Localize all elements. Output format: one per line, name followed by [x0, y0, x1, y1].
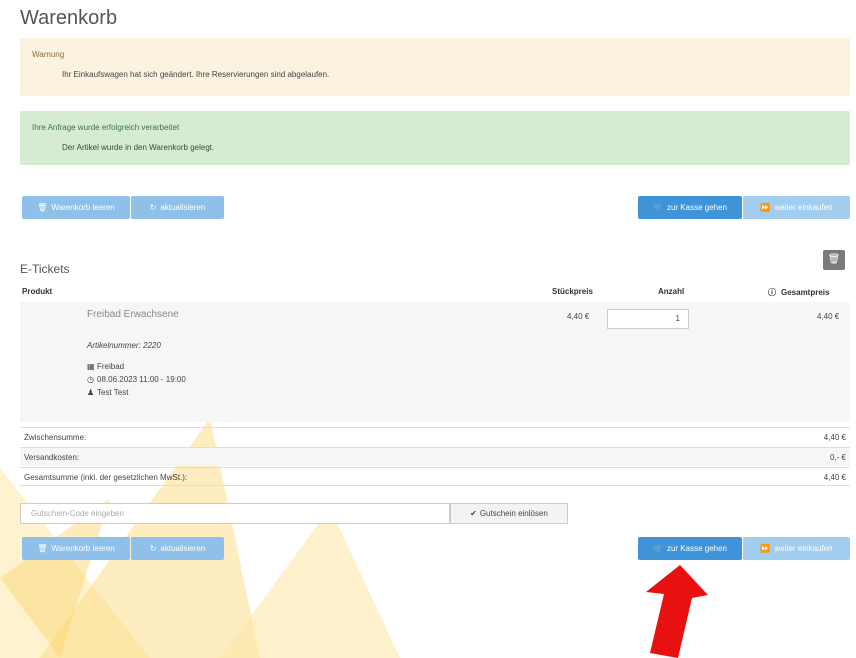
section-title: E-Tickets — [20, 262, 70, 276]
product-datetime: ◷ 08.06.2023 11:00 - 19:00 — [87, 375, 186, 384]
refresh-icon: ↻ — [149, 544, 157, 553]
clear-cart-button-top[interactable]: 🗑 Warenkorb leeren — [22, 196, 130, 219]
quantity-input[interactable]: 1 — [607, 309, 689, 329]
clear-cart-button-bottom[interactable]: 🗑 Warenkorb leeren — [22, 537, 130, 560]
trash-icon: 🗑 — [37, 544, 48, 553]
product-name: Freibad Erwachsene — [87, 309, 179, 320]
cart-icon: 🛒 — [652, 203, 663, 212]
header-unit-price: Stückpreis — [552, 287, 593, 296]
update-label: aktualisieren — [160, 544, 206, 553]
clock-icon: ◷ — [87, 375, 94, 384]
redeem-voucher-button[interactable]: ✔ Gutschein einlösen — [450, 503, 568, 524]
shipping-row: Versandkosten: 0,- € — [20, 447, 850, 466]
continue-shopping-button-bottom[interactable]: ⏩ weiter einkaufen — [743, 537, 850, 560]
continue-shopping-label: weiter einkaufen — [774, 203, 833, 212]
page-title: Warenkorb — [20, 7, 118, 29]
checkout-button-top[interactable]: 🛒 zur Kasse gehen — [638, 196, 742, 219]
product-person: ♟ Test Test — [87, 388, 128, 397]
checkout-button-bottom[interactable]: 🛒 zur Kasse gehen — [638, 537, 742, 560]
shipping-value: 0,- € — [829, 453, 846, 462]
warning-alert-title: Warnung — [32, 50, 65, 59]
checkout-label: zur Kasse gehen — [666, 544, 727, 553]
subtotal-label: Zwischensumme: — [24, 433, 87, 442]
forward-icon: ⏩ — [760, 203, 771, 212]
grand-total-row: Gesamtsumme (inkl. der gesetzlichen MwSt… — [20, 467, 850, 486]
article-number: Artikelnummer: 2220 — [87, 341, 161, 350]
header-total: ⓘ Gesamtpreis — [768, 287, 829, 298]
refresh-icon: ↻ — [149, 203, 157, 212]
success-alert-message: Der Artikel wurde in den Warenkorb geleg… — [62, 143, 215, 152]
clear-cart-label: Warenkorb leeren — [51, 544, 115, 553]
grand-total-value: 4,40 € — [823, 473, 846, 482]
continue-shopping-label: weiter einkaufen — [774, 544, 833, 553]
trash-icon: 🗑 — [827, 254, 841, 265]
shipping-label: Versandkosten: — [24, 453, 80, 462]
subtotal-value: 4,40 € — [823, 433, 846, 442]
continue-shopping-button-top[interactable]: ⏩ weiter einkaufen — [743, 196, 850, 219]
cart-item-row — [20, 302, 850, 422]
redeem-voucher-label: Gutschein einlösen — [479, 509, 548, 518]
subtotal-row: Zwischensumme: 4,40 € — [20, 427, 850, 446]
checkout-label: zur Kasse gehen — [666, 203, 727, 212]
voucher-code-input[interactable]: Gutschein-Code eingeben — [20, 503, 450, 524]
warning-alert: Warnung Ihr Einkaufswagen hat sich geänd… — [20, 38, 850, 96]
red-arrow-icon — [646, 565, 708, 658]
header-product: Produkt — [22, 287, 53, 296]
success-alert-title: Ihre Anfrage wurde erfolgreich verarbeit… — [32, 123, 180, 132]
header-total-label: Gesamtpreis — [781, 288, 830, 297]
cart-icon: 🛒 — [652, 544, 663, 553]
update-button-bottom[interactable]: ↻ aktualisieren — [131, 537, 224, 560]
check-icon: ✔ — [470, 509, 477, 518]
venue-text: Freibad — [97, 362, 125, 371]
clear-cart-label: Warenkorb leeren — [51, 203, 115, 212]
update-button-top[interactable]: ↻ aktualisieren — [131, 196, 224, 219]
datetime-text: 08.06.2023 11:00 - 19:00 — [97, 375, 186, 384]
success-alert: Ihre Anfrage wurde erfolgreich verarbeit… — [20, 111, 850, 165]
building-icon: ▦ — [87, 362, 95, 371]
forward-icon: ⏩ — [760, 544, 771, 553]
info-icon: ⓘ — [768, 288, 776, 297]
person-text: Test Test — [97, 388, 129, 397]
product-venue: ▦ Freibad — [87, 362, 124, 371]
item-total-price: 4,40 € — [817, 312, 840, 321]
header-quantity: Anzahl — [658, 287, 685, 296]
update-label: aktualisieren — [160, 203, 206, 212]
user-icon: ♟ — [87, 388, 95, 397]
grand-total-label: Gesamtsumme (inkl. der gesetzlichen MwSt… — [24, 473, 188, 482]
warning-alert-message: Ihr Einkaufswagen hat sich geändert. Ihr… — [62, 70, 330, 79]
delete-items-button[interactable]: 🗑 — [823, 250, 845, 270]
item-unit-price: 4,40 € — [567, 312, 590, 321]
trash-icon: 🗑 — [37, 203, 48, 212]
